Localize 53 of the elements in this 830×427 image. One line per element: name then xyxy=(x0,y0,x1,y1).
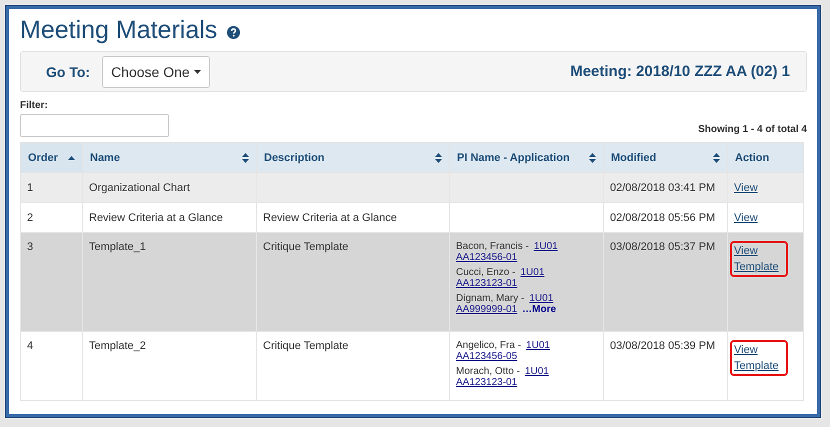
application-number-link[interactable]: AA123456-05 xyxy=(456,351,518,362)
table-cell: Template_2 xyxy=(89,340,146,352)
table-cell: 2 xyxy=(27,212,34,224)
application-code-link[interactable]: 1U01 xyxy=(529,293,554,304)
table-cell: 3 xyxy=(27,241,34,253)
application-code-link[interactable]: 1U01 xyxy=(524,366,549,377)
table-cell: 4 xyxy=(27,340,34,352)
column-header[interactable]: Order xyxy=(20,142,82,172)
application-number-link[interactable]: AA999999-01 xyxy=(456,304,518,315)
sort-icon xyxy=(242,152,249,162)
column-header[interactable]: Description xyxy=(256,142,450,172)
column-header[interactable]: PI Name - Application xyxy=(450,142,604,172)
pi-name: Bacon, Francis - xyxy=(456,241,529,252)
application-code-link[interactable]: 1U01 xyxy=(526,340,550,351)
sort-icon xyxy=(713,152,720,162)
application-number-link[interactable]: AA123456-01 xyxy=(456,252,518,263)
table-cell: Review Criteria at a Glance xyxy=(263,212,397,224)
sort-ascending-icon xyxy=(68,156,75,160)
pi-name: Angelico, Fra - xyxy=(456,340,522,351)
sort-icon xyxy=(589,152,596,162)
column-header[interactable]: Modified xyxy=(604,142,728,172)
column-header[interactable]: Action xyxy=(728,142,804,172)
column-header[interactable]: Name xyxy=(82,142,256,172)
meeting-label: Meeting: 2018/10 ZZZ AA (02) 1 xyxy=(570,63,790,80)
application-code-link[interactable]: 1U01 xyxy=(520,267,544,278)
page-title: Meeting Materials xyxy=(20,16,218,44)
table-cell: 1 xyxy=(27,182,34,194)
goto-label: Go To: xyxy=(46,64,90,80)
caret-icon xyxy=(194,70,201,74)
pi-name: Morach, Otto - xyxy=(456,366,520,377)
table-cell: Organizational Chart xyxy=(89,182,190,194)
table-cell: 03/08/2018 05:37 PM xyxy=(610,241,716,253)
table-cell: 02/08/2018 03:41 PM xyxy=(610,182,716,194)
sort-icon xyxy=(435,152,442,162)
filter-label: Filter: xyxy=(20,100,49,111)
table-cell: Template_1 xyxy=(89,241,146,253)
table-cell: 03/08/2018 05:39 PM xyxy=(610,340,716,352)
application-number-link[interactable]: AA123123-01 xyxy=(456,278,518,289)
table-cell: 02/08/2018 05:56 PM xyxy=(610,212,716,224)
table-cell: Critique Template xyxy=(263,340,348,352)
view-link[interactable]: View Template xyxy=(730,241,788,277)
showing-count: Showing 1 - 4 of total 4 xyxy=(698,124,807,135)
pi-name: Dignam, Mary - xyxy=(456,293,524,304)
application-code-link[interactable]: 1U01 xyxy=(534,241,558,252)
more-link[interactable]: …More xyxy=(522,304,556,315)
view-link[interactable]: View Template xyxy=(730,340,788,376)
goto-dropdown[interactable]: Choose One xyxy=(102,56,210,88)
filter-field[interactable] xyxy=(20,114,169,137)
pi-name: Cucci, Enzo - xyxy=(456,267,516,278)
table-cell: Review Criteria at a Glance xyxy=(89,212,223,224)
help-icon[interactable] xyxy=(227,26,240,39)
table-cell: Critique Template xyxy=(263,241,348,253)
application-number-link[interactable]: AA123123-01 xyxy=(456,377,518,388)
